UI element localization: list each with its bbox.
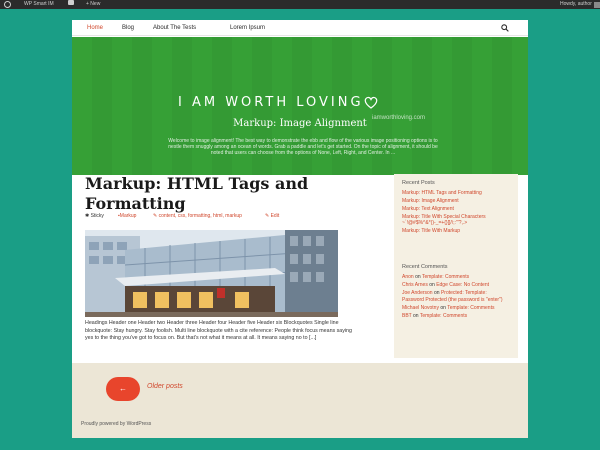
page: Home Blog About The Tests Lorem Ipsum I … bbox=[72, 20, 528, 438]
comment-author-link[interactable]: Joe Anderson bbox=[402, 290, 433, 296]
comments-menu[interactable] bbox=[68, 0, 74, 5]
footer-credits[interactable]: Proudly powered by WordPress bbox=[81, 421, 151, 427]
featured-image[interactable] bbox=[85, 230, 338, 317]
new-label: + New bbox=[86, 1, 101, 7]
new-content-menu[interactable]: + New bbox=[86, 0, 100, 9]
recent-post-link[interactable]: Markup: HTML Tags and Formatting bbox=[402, 189, 510, 197]
post-meta: ✱ Sticky ▪Markup ✎ content, css, formatt… bbox=[85, 213, 375, 221]
comment-author-link[interactable]: Chris Arnes bbox=[402, 282, 428, 288]
admin-bar: WP Smart IM + New Howdy, author bbox=[0, 0, 600, 9]
recent-comment: Chris Arnes on Edge Case: No Content bbox=[402, 281, 510, 289]
site-header: I AM WORTH LOVING iamworthloving.com Mar… bbox=[72, 37, 528, 175]
recent-comments-widget: Recent Comments Anon on Template: Commen… bbox=[394, 258, 518, 358]
comment-sep: on bbox=[438, 305, 448, 311]
heart-icon bbox=[364, 96, 378, 109]
comment-author-link[interactable]: Anon bbox=[402, 274, 414, 280]
main-navigation: Home Blog About The Tests Lorem Ipsum bbox=[72, 20, 528, 36]
nav-item-about[interactable]: About The Tests bbox=[153, 20, 196, 36]
older-posts-button[interactable]: ← bbox=[106, 377, 140, 401]
wordpress-icon bbox=[4, 1, 11, 8]
header-description: Welcome to image alignment! The best way… bbox=[168, 138, 438, 156]
comment-post-link[interactable]: Template: Comments bbox=[420, 313, 467, 319]
wordpress-logo-menu[interactable] bbox=[4, 0, 11, 8]
nav-item-home[interactable]: Home bbox=[87, 20, 103, 36]
recent-comment: BBT on Template: Comments bbox=[402, 312, 510, 320]
recent-posts-title: Recent Posts bbox=[402, 180, 435, 186]
category-link[interactable]: ▪Markup bbox=[118, 213, 136, 219]
recent-post-link[interactable]: Markup: Image Alignment bbox=[402, 197, 510, 205]
nav-item-lorem-ipsum[interactable]: Lorem Ipsum bbox=[230, 20, 265, 36]
comment-sep: on bbox=[427, 282, 437, 288]
comment-sep: on bbox=[411, 313, 420, 319]
post-title[interactable]: Markup: HTML Tags and Formatting bbox=[85, 174, 375, 214]
recent-post-link[interactable]: Markup: Title With Markup bbox=[402, 227, 510, 235]
recent-post-link[interactable]: Markup: Title With Special Characters ~`… bbox=[402, 214, 510, 226]
recent-comment: Anon on Template: Comments bbox=[402, 273, 510, 281]
comment-author-link[interactable]: Michael Novotny bbox=[402, 305, 439, 311]
greeting: Howdy, author bbox=[560, 1, 592, 7]
older-posts-link[interactable]: Older posts bbox=[147, 383, 183, 390]
recent-comment: Joe Anderson on Protected: Template: Pas… bbox=[402, 290, 510, 303]
site-name-menu[interactable]: WP Smart IM bbox=[24, 0, 54, 9]
account-menu[interactable]: Howdy, author bbox=[560, 0, 600, 9]
tags-link[interactable]: ✎ content, css, formatting, html, markup bbox=[153, 213, 242, 219]
comment-bubble-icon bbox=[68, 0, 74, 5]
comment-sep: on bbox=[432, 290, 441, 296]
comment-author-link[interactable]: BBT bbox=[402, 313, 412, 319]
site-name: WP Smart IM bbox=[24, 1, 54, 7]
comment-post-link[interactable]: Edge Case: No Content bbox=[436, 282, 489, 288]
comment-post-link[interactable]: Template: Comments bbox=[447, 305, 494, 311]
post-excerpt: Headings Header one Header two Header th… bbox=[85, 320, 352, 342]
pagination-area: ← Older posts Proudly powered by WordPre… bbox=[72, 363, 528, 438]
recent-comments-title: Recent Comments bbox=[402, 264, 448, 270]
sticky-label: ✱ Sticky bbox=[85, 213, 104, 219]
site-title[interactable]: I AM WORTH LOVING bbox=[178, 95, 388, 110]
search-icon[interactable] bbox=[501, 24, 509, 32]
recent-comment: Michael Novotny on Template: Comments bbox=[402, 304, 510, 312]
nav-item-blog[interactable]: Blog bbox=[122, 20, 134, 36]
avatar bbox=[593, 1, 600, 8]
recent-posts-widget: Recent Posts Markup: HTML Tags and Forma… bbox=[394, 174, 518, 264]
comment-sep: on bbox=[413, 274, 422, 280]
edit-link[interactable]: ✎ Edit bbox=[265, 213, 279, 219]
recent-post-link[interactable]: Markup: Text Alignment bbox=[402, 205, 510, 213]
header-page-title[interactable]: Markup: Image Alignment bbox=[72, 118, 528, 129]
comment-post-link[interactable]: Template: Comments bbox=[422, 274, 469, 280]
